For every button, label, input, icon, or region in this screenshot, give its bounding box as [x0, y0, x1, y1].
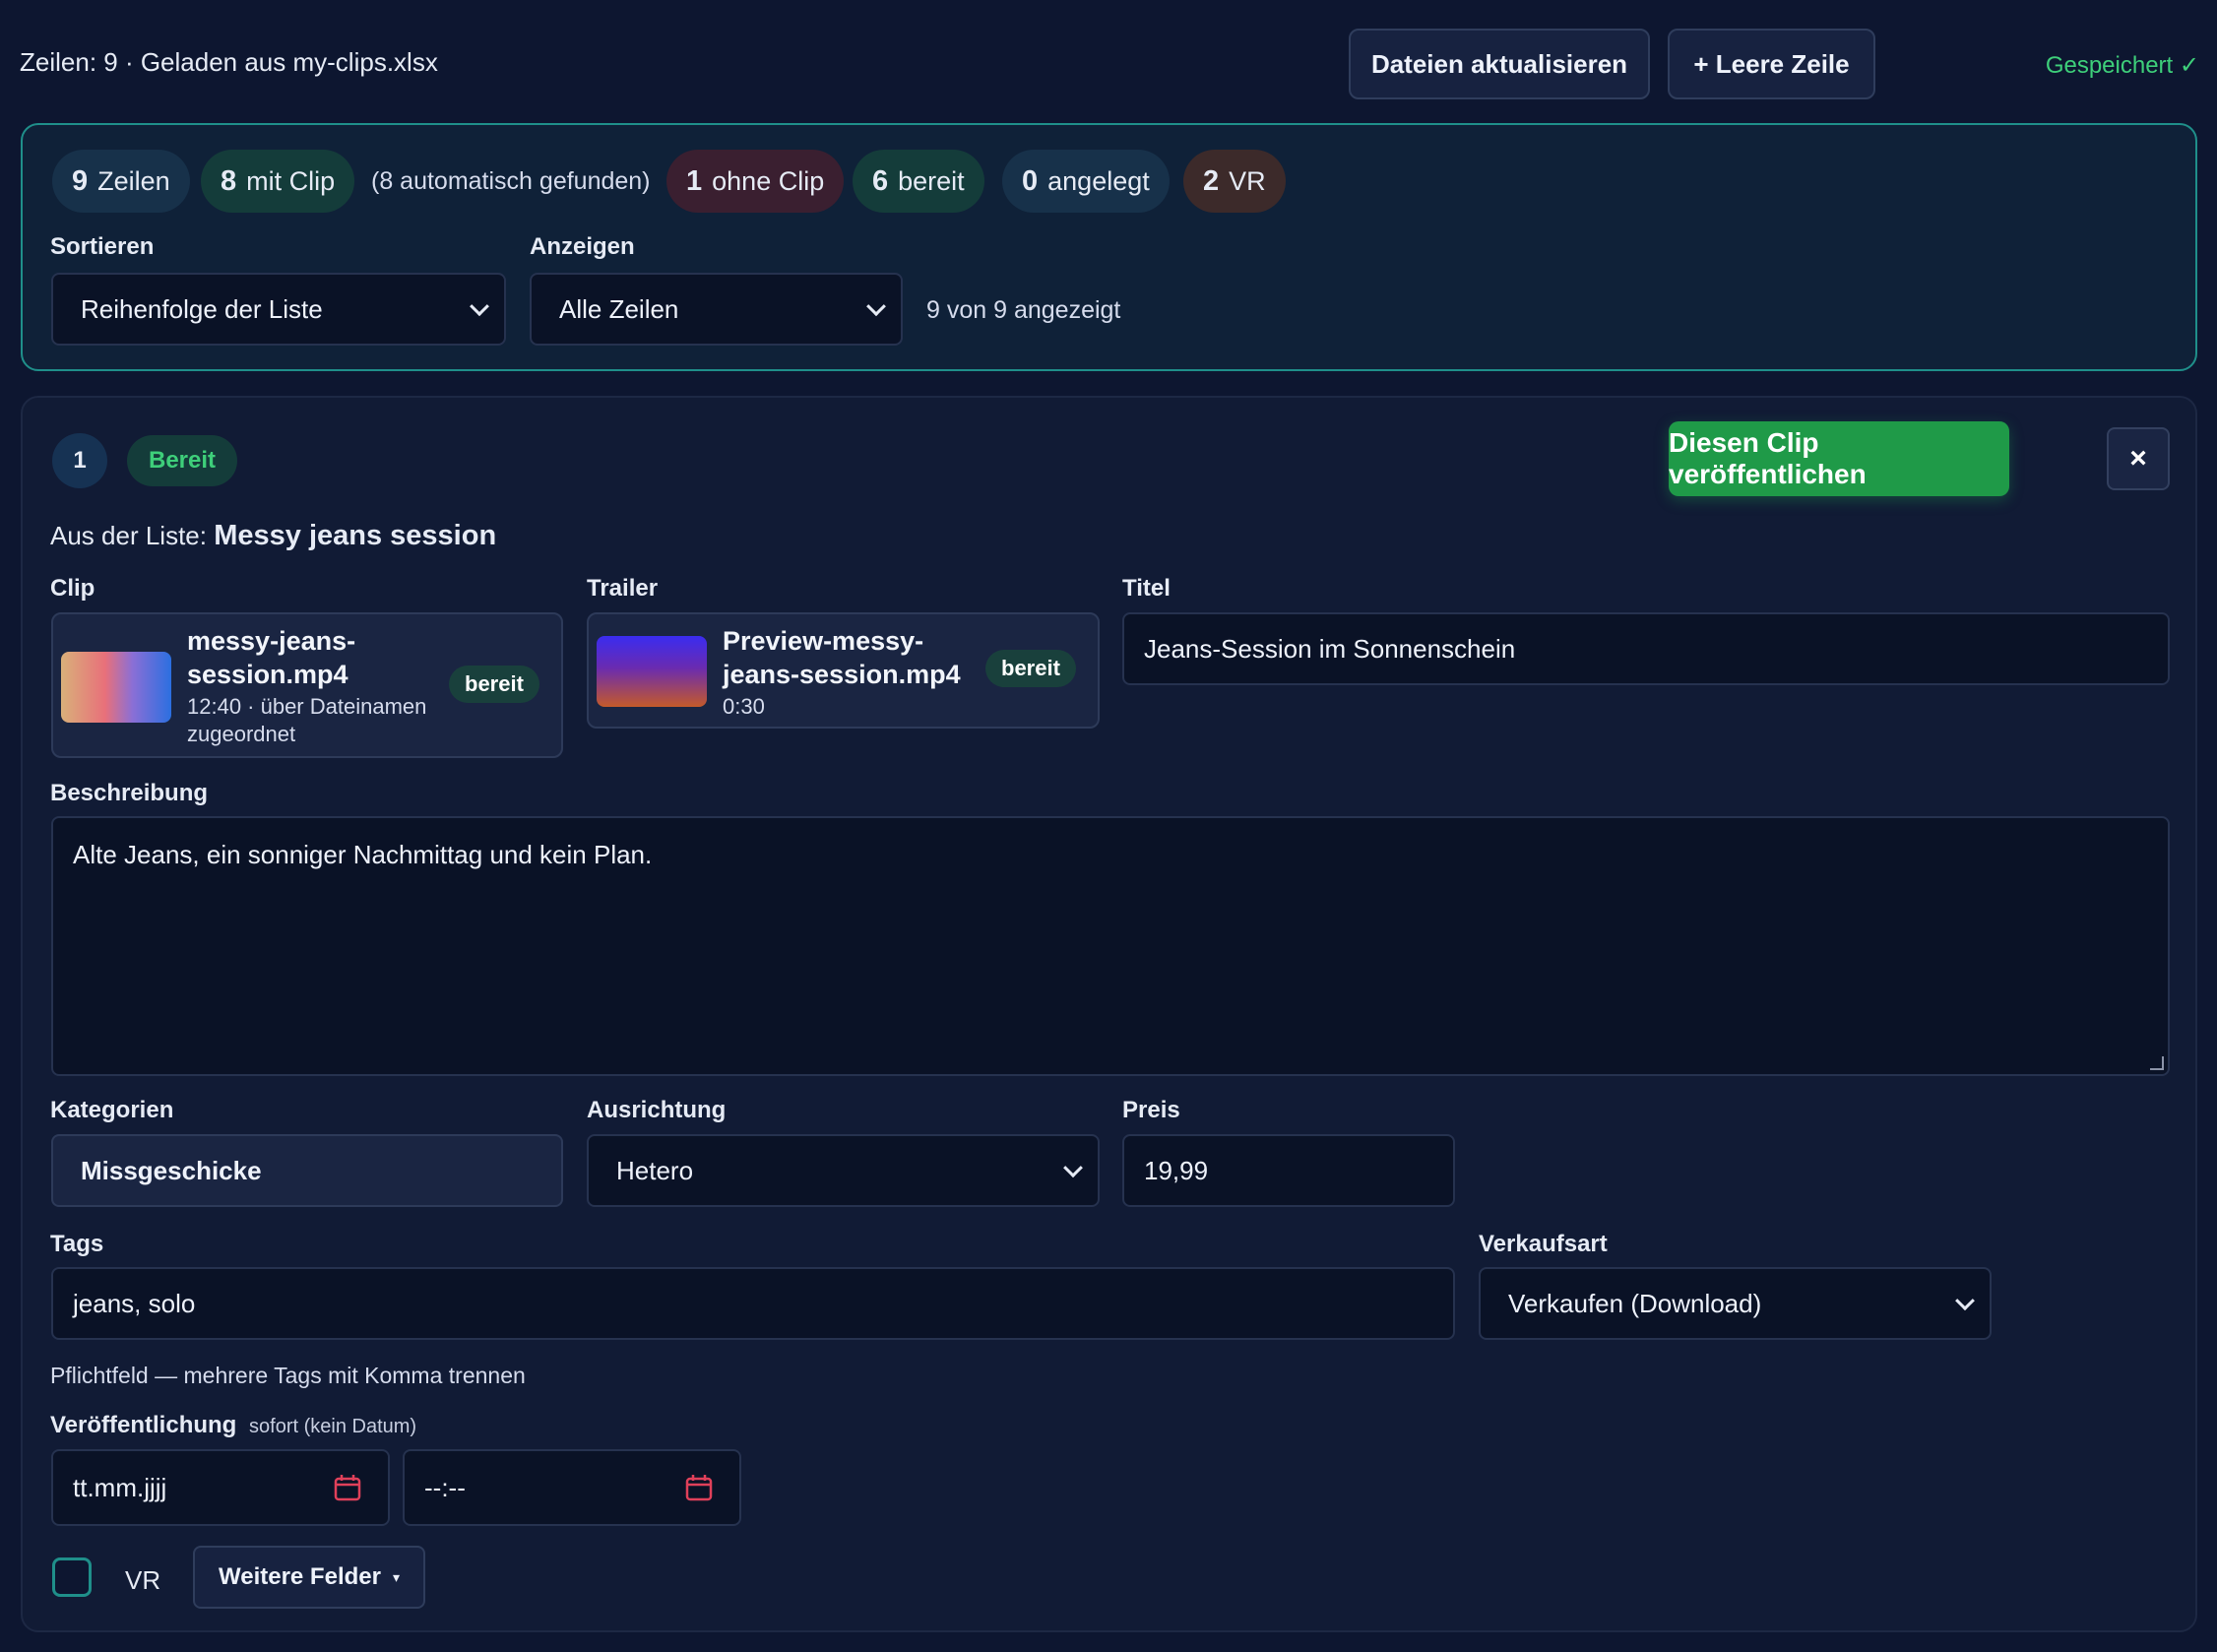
ready-chip: 6 bereit	[853, 150, 984, 213]
without-clip-count: 1	[686, 164, 703, 197]
rows-chip: 9 Zeilen	[52, 150, 190, 213]
rows-label: Zeilen	[97, 165, 170, 196]
auto-found-note: (8 automatisch gefunden)	[371, 167, 651, 195]
with-clip-chip: 8 mit Clip	[201, 150, 355, 213]
vr-chip: 2 VR	[1183, 150, 1286, 213]
title-input[interactable]: Jeans-Session im Sonnenschein	[1122, 612, 2170, 685]
tags-help-text: Pflichtfeld — mehrere Tags mit Komma tre…	[50, 1363, 526, 1388]
date-placeholder: tt.mm.jjjj	[73, 1472, 167, 1502]
title-label: Titel	[1122, 575, 1171, 602]
clip-card: 1 Bereit Diesen Clip veröffentlichen × A…	[21, 396, 2197, 1632]
trailer-thumbnail	[597, 636, 707, 707]
description-label: Beschreibung	[50, 780, 209, 806]
trailer-filename: Preview-messy- jeans-session.mp4	[723, 624, 961, 691]
sale-type-label: Verkaufsart	[1479, 1231, 1608, 1257]
source-title: Messy jeans session	[214, 520, 497, 551]
orientation-label: Ausrichtung	[587, 1097, 727, 1123]
clip-label: Clip	[50, 575, 95, 602]
price-label: Preis	[1122, 1097, 1180, 1123]
publish-clip-button[interactable]: Diesen Clip veröffentlichen	[1669, 421, 2009, 496]
sort-select[interactable]: Reihenfolge der Liste	[51, 273, 506, 346]
clip-meta-line2: zugeordnet	[187, 722, 296, 746]
price-input[interactable]: 19,99	[1122, 1134, 1455, 1207]
vr-checkbox-label: VR	[125, 1565, 161, 1595]
with-clip-count: 8	[221, 164, 237, 197]
with-clip-label: mit Clip	[246, 165, 336, 196]
created-count: 0	[1022, 164, 1039, 197]
chevron-down-icon	[1063, 1158, 1083, 1178]
caret-down-icon: ▾	[392, 1568, 400, 1585]
calendar-icon[interactable]	[333, 1473, 362, 1502]
clip-filename: messy-jeans- session.mp4	[187, 624, 355, 691]
publication-label-text: Veröffentlichung	[50, 1412, 237, 1438]
publication-time-input[interactable]: --:--	[403, 1449, 741, 1526]
publication-note: sofort (kein Datum)	[249, 1416, 417, 1437]
trailer-duration: 0:30	[723, 694, 765, 719]
trailer-file-box[interactable]: Preview-messy- jeans-session.mp4 0:30 be…	[587, 612, 1100, 729]
tags-input[interactable]: jeans, solo	[51, 1267, 1455, 1340]
without-clip-label: ohne Clip	[712, 165, 825, 196]
clip-meta: 12:40 · über Dateinamen zugeordnet	[187, 693, 426, 748]
source-line: Aus der Liste: Messy jeans session	[50, 520, 496, 552]
status-badge: Bereit	[127, 435, 238, 486]
clip-ready-badge: bereit	[449, 666, 539, 703]
created-label: angelegt	[1047, 165, 1150, 196]
status-line: Zeilen: 9 · Geladen aus my-clips.xlsx	[20, 47, 438, 77]
categories-field[interactable]: Missgeschicke	[51, 1134, 563, 1207]
chevron-down-icon	[470, 296, 489, 317]
more-fields-button[interactable]: Weitere Felder ▾	[193, 1546, 425, 1609]
rows-count: 9	[72, 164, 89, 197]
trailer-filename-line1: Preview-messy-	[723, 626, 924, 656]
show-label: Anzeigen	[530, 233, 635, 260]
ready-label: bereit	[898, 165, 965, 196]
clip-filename-line1: messy-jeans-	[187, 626, 356, 656]
orientation-value: Hetero	[616, 1155, 694, 1185]
clip-thumbnail	[61, 652, 171, 723]
sort-select-value: Reihenfolge der Liste	[81, 293, 323, 324]
description-text: Alte Jeans, ein sonniger Nachmittag und …	[73, 840, 653, 869]
resize-handle-icon[interactable]	[2150, 1056, 2164, 1070]
sort-label: Sortieren	[50, 233, 155, 260]
shown-count: 9 von 9 angezeigt	[926, 296, 1121, 324]
sale-type-select[interactable]: Verkaufen (Download)	[1479, 1267, 1992, 1340]
add-empty-row-button[interactable]: + Leere Zeile	[1668, 29, 1875, 99]
clip-meta-line1: 12:40 · über Dateinamen	[187, 694, 427, 719]
chevron-down-icon	[1955, 1291, 1975, 1311]
tags-label: Tags	[50, 1231, 104, 1257]
vr-checkbox[interactable]	[52, 1557, 92, 1597]
clip-file-box[interactable]: messy-jeans- session.mp4 12:40 · über Da…	[51, 612, 563, 758]
description-textarea[interactable]: Alte Jeans, ein sonniger Nachmittag und …	[51, 816, 2170, 1076]
chevron-down-icon	[866, 296, 886, 317]
row-number-badge: 1	[52, 433, 107, 488]
trailer-ready-badge: bereit	[985, 650, 1076, 687]
categories-label: Kategorien	[50, 1097, 174, 1123]
without-clip-chip: 1 ohne Clip	[666, 150, 845, 213]
summary-panel: 9 Zeilen 8 mit Clip (8 automatisch gefun…	[21, 123, 2197, 371]
sale-type-value: Verkaufen (Download)	[1508, 1288, 1762, 1318]
more-fields-label: Weitere Felder	[219, 1563, 381, 1590]
source-prefix: Aus der Liste:	[50, 521, 207, 550]
time-placeholder: --:--	[424, 1472, 466, 1502]
trailer-label: Trailer	[587, 575, 659, 602]
vr-count: 2	[1203, 164, 1220, 197]
calendar-icon[interactable]	[684, 1473, 714, 1502]
created-chip: 0 angelegt	[1002, 150, 1170, 213]
close-icon[interactable]: ×	[2107, 427, 2170, 490]
trailer-filename-line2: jeans-session.mp4	[723, 660, 961, 689]
clip-filename-line2: session.mp4	[187, 660, 348, 689]
publication-label: Veröffentlichung sofort (kein Datum)	[50, 1412, 416, 1439]
publication-date-input[interactable]: tt.mm.jjjj	[51, 1449, 390, 1526]
show-select[interactable]: Alle Zeilen	[530, 273, 903, 346]
saved-indicator: Gespeichert ✓	[2045, 52, 2199, 79]
ready-count: 6	[872, 164, 889, 197]
vr-label: VR	[1229, 165, 1266, 196]
refresh-files-button[interactable]: Dateien aktualisieren	[1349, 29, 1650, 99]
show-select-value: Alle Zeilen	[559, 293, 679, 324]
orientation-select[interactable]: Hetero	[587, 1134, 1100, 1207]
